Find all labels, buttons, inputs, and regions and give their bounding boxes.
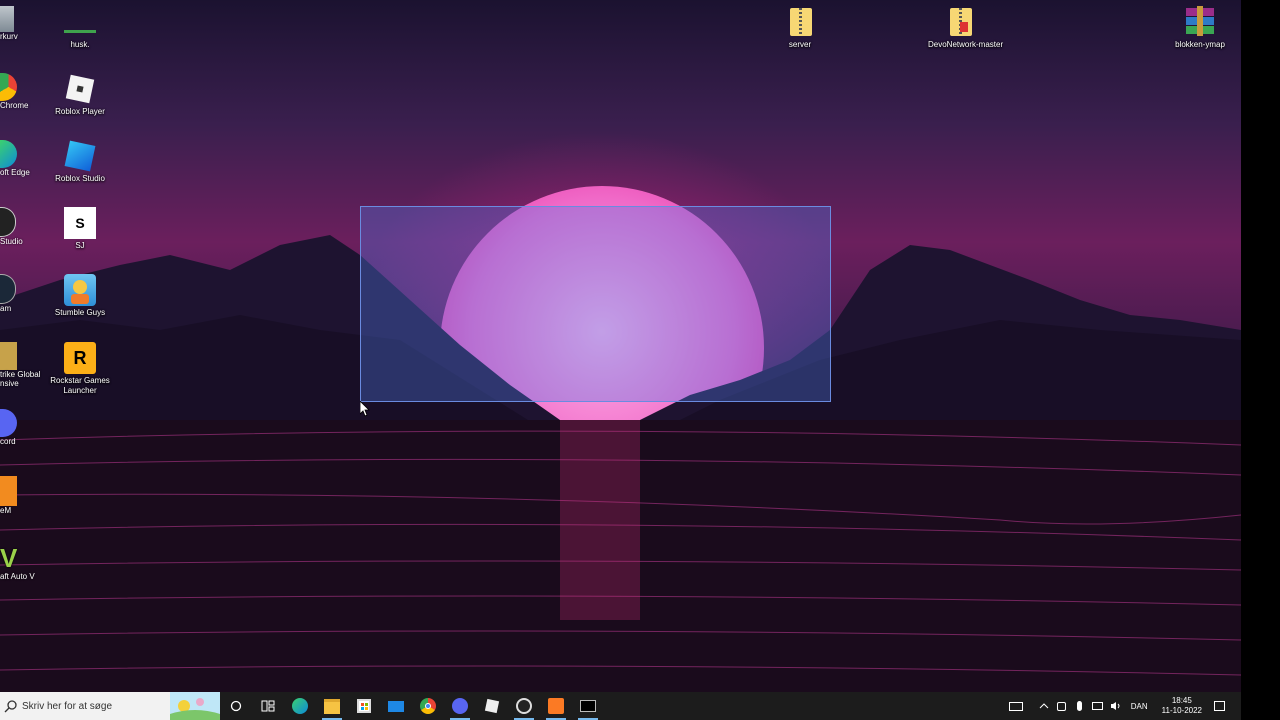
taskbar-chrome[interactable] (412, 692, 444, 720)
system-tray: DAN 18:45 11-10-2022 (1007, 692, 1241, 720)
notifications-icon[interactable] (1211, 698, 1227, 714)
camera-icon[interactable] (1054, 698, 1070, 714)
store-icon (357, 699, 371, 713)
search-icon (4, 700, 17, 713)
selection-rectangle (360, 206, 831, 402)
taskbar-mail[interactable] (380, 692, 412, 720)
desktop-icon-stumble-guys[interactable]: Stumble Guys (48, 274, 112, 318)
desktop-icon-label: blokken-ymap (1175, 40, 1225, 49)
desktop-icon-label: aft Auto V (0, 572, 35, 581)
taskbar-xampp[interactable] (540, 692, 572, 720)
taskbar-roblox[interactable] (476, 692, 508, 720)
taskbar-store[interactable] (348, 692, 380, 720)
desktop-icon-label: cord (0, 437, 16, 446)
desktop-icon-label: eM (0, 506, 12, 515)
clock-time: 18:45 (1171, 696, 1192, 705)
folder-icon (324, 698, 340, 714)
taskbar-search-box[interactable]: Skriv her for at søge (0, 692, 220, 720)
edge-icon (292, 698, 308, 714)
desktop-icon-label: trike Global (0, 370, 41, 379)
obs-icon (516, 698, 532, 714)
zip-folder-icon (944, 6, 976, 38)
desktop-icon-husk[interactable]: husk. (48, 6, 112, 50)
cortana-button[interactable] (220, 692, 252, 720)
desktop-icon-label: husk. (70, 40, 90, 49)
edge-icon[interactable]: oft Edge (0, 140, 30, 177)
obs-icon[interactable]: Studio (0, 207, 23, 246)
desktop-icon-label: Roblox Player (55, 107, 105, 116)
desktop-icon-blokken-ymap[interactable]: blokken-ymap (1168, 6, 1232, 50)
chrome-icon[interactable]: Chrome (0, 73, 28, 110)
desktop-icon-server[interactable]: server (768, 6, 832, 50)
desktop-icon-rockstar[interactable]: R Rockstar Games Launcher (48, 342, 112, 396)
network-icon[interactable] (1090, 698, 1106, 714)
steam-icon[interactable]: am (0, 274, 16, 313)
taskbar-terminal[interactable] (572, 692, 604, 720)
zip-folder-icon (784, 6, 816, 38)
desktop-icon-sj[interactable]: S SJ (48, 207, 112, 251)
search-highlight-icon (170, 692, 220, 720)
rockstar-icon: R (64, 342, 96, 374)
desktop-icon-label: DevoNetwork-master (928, 40, 1004, 49)
desktop-icon-roblox-studio[interactable]: Roblox Studio (48, 140, 112, 184)
desktop-icon-label: Rockstar Games Launcher (50, 376, 110, 395)
desktop-icon-label: server (788, 40, 812, 49)
text-file-icon (64, 6, 96, 38)
cortana-circle-icon (230, 700, 242, 712)
mouse-cursor-icon (360, 401, 370, 417)
taskbar-obs[interactable] (508, 692, 540, 720)
taskbar-edge[interactable] (284, 692, 316, 720)
clock[interactable]: 18:45 11-10-2022 (1162, 696, 1202, 716)
roblox-icon (484, 698, 500, 714)
chrome-icon (420, 698, 436, 714)
task-view-button[interactable] (252, 692, 284, 720)
terminal-icon (580, 700, 596, 712)
clock-date: 11-10-2022 (1161, 706, 1202, 715)
winrar-icon (1184, 6, 1216, 38)
screen-edge (1241, 0, 1280, 720)
taskbar-file-explorer[interactable] (316, 692, 348, 720)
language-indicator[interactable]: DAN (1131, 702, 1148, 711)
gta-v-icon[interactable]: V aft Auto V (0, 544, 35, 581)
discord-icon[interactable]: cord (0, 409, 17, 446)
roblox-studio-icon (64, 140, 96, 172)
mail-icon (388, 700, 404, 712)
discord-icon (452, 698, 468, 714)
taskbar: Skriv her for at søge DAN 18:45 11-10-20… (0, 692, 1241, 720)
stumble-guys-icon (64, 274, 96, 306)
desktop-icon-label: am (0, 304, 12, 313)
chevron-up-icon[interactable] (1036, 698, 1052, 714)
desktop-icon-label: SJ (75, 241, 85, 250)
taskbar-discord[interactable] (444, 692, 476, 720)
desktop-icon-label: Studio (0, 237, 23, 246)
microphone-icon[interactable] (1072, 698, 1088, 714)
desktop-icon-label: Chrome (0, 101, 29, 110)
desktop-icon-label: nsive (0, 379, 19, 388)
desktop-icon-label: Roblox Studio (55, 174, 105, 183)
desktop-icon-label: rkurv (0, 32, 18, 41)
desktop-icon-devonetwork[interactable]: DevoNetwork-master (928, 6, 1004, 50)
fame-icon[interactable]: eM (0, 476, 17, 515)
sj-icon: S (64, 207, 96, 239)
input-keyboard-icon[interactable] (1008, 698, 1024, 714)
desktop-background[interactable]: rkurv Chrome oft Edge Studio am trike Gl… (0, 0, 1241, 692)
csgo-icon[interactable]: trike Global nsive (0, 342, 40, 388)
volume-icon[interactable] (1108, 698, 1124, 714)
search-placeholder: Skriv her for at søge (22, 700, 113, 712)
wallpaper-grid-floor (0, 420, 1241, 692)
xampp-icon (548, 698, 564, 714)
desktop-icon-label: Stumble Guys (54, 308, 106, 317)
roblox-player-icon (64, 73, 96, 105)
desktop-icon-roblox-player[interactable]: Roblox Player (48, 73, 112, 117)
recycle-bin-icon[interactable]: rkurv (0, 6, 18, 41)
task-view-icon (261, 700, 275, 712)
desktop-icon-label: oft Edge (0, 168, 30, 177)
